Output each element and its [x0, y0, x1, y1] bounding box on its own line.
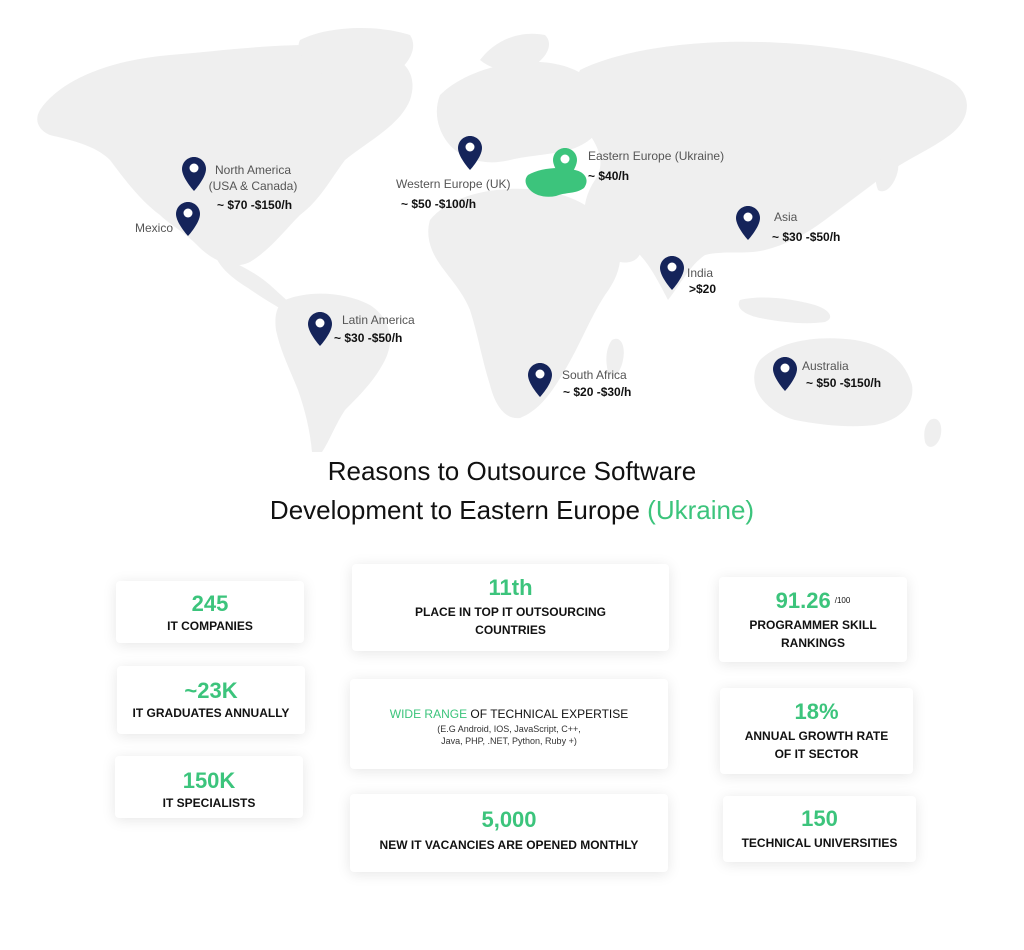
stat-card-it-vacancies: 5,000 NEW IT VACANCIES ARE OPENED MONTHL…	[350, 794, 668, 872]
eastern-europe-price: ~ $40/h	[588, 169, 630, 183]
title-line-2: Development to Eastern Europe (Ukraine)	[0, 491, 1024, 530]
indonesia-landmass	[738, 297, 831, 324]
stat-card-it-graduates: ~23K IT GRADUATES ANNUALLY	[117, 666, 305, 734]
page-title: Reasons to Outsource Software Developmen…	[0, 452, 1024, 530]
stat-label: IT SPECIALISTS	[162, 796, 256, 810]
stat-label-line-2: RANKINGS	[780, 636, 845, 650]
western-europe-price: ~ $50 -$100/h	[401, 197, 477, 211]
australia-pin-icon[interactable]	[773, 357, 797, 391]
stat-value: 11th	[488, 575, 533, 600]
stat-card-outsourcing-rank: 11th PLACE IN TOP IT OUTSOURCING COUNTRI…	[352, 564, 669, 651]
stat-label: IT GRADUATES ANNUALLY	[132, 706, 290, 720]
asia-label: Asia	[774, 210, 798, 224]
stat-value: 150K	[182, 768, 236, 793]
mexico-label: Mexico	[135, 221, 174, 235]
asia-pin-icon[interactable]	[736, 206, 760, 240]
latin-america-pin-icon[interactable]	[308, 312, 332, 346]
stat-value-row: 91.26/100	[719, 588, 907, 614]
stat-value-suffix: /100	[834, 596, 851, 605]
stat-card-technical-universities: 150 TECHNICAL UNIVERSITIES	[723, 796, 916, 862]
title-line-1: Reasons to Outsource Software	[327, 456, 697, 486]
title-accent: (Ukraine)	[647, 495, 755, 525]
stat-value: 91.26	[775, 588, 831, 613]
north-america-label: North America (USA & Canada)	[205, 162, 301, 194]
india-label: India	[687, 266, 714, 280]
north-america-subname: (USA & Canada)	[208, 179, 298, 193]
stat-value: 5,000	[481, 807, 537, 832]
north-america-price: ~ $70 -$150/h	[217, 198, 293, 212]
latin-america-label: Latin America	[342, 313, 415, 327]
stat-label-line-1: ANNUAL GROWTH RATE	[744, 729, 889, 743]
expertise-detail-line-1: (E.G Android, IOS, JavaScript, C++,	[437, 724, 581, 734]
stat-label: TECHNICAL UNIVERSITIES	[741, 836, 898, 850]
western-europe-label: Western Europe (UK)	[396, 177, 511, 191]
stat-card-technical-expertise: WIDE RANGE OF TECHNICAL EXPERTISE (E.G A…	[350, 679, 668, 769]
mexico-pin-icon[interactable]	[176, 202, 200, 236]
expertise-heading: WIDE RANGE OF TECHNICAL EXPERTISE	[350, 705, 668, 723]
stat-value: ~23K	[184, 678, 238, 703]
western-europe-pin-icon[interactable]	[458, 136, 482, 170]
stat-label-line-2: OF IT SECTOR	[774, 747, 859, 761]
india-pin-icon[interactable]	[660, 256, 684, 290]
stat-value: 245	[191, 591, 229, 616]
stat-label-line-2: COUNTRIES	[475, 623, 546, 637]
new-zealand-landmass	[924, 418, 942, 447]
india-price: >$20	[689, 282, 717, 296]
stat-label: IT COMPANIES	[167, 619, 253, 633]
expertise-label: OF TECHNICAL EXPERTISE	[467, 707, 629, 721]
south-africa-price: ~ $20 -$30/h	[563, 385, 632, 399]
south-africa-label: South Africa	[562, 368, 627, 382]
north-america-pin-icon[interactable]	[182, 157, 206, 191]
stat-card-growth-rate: 18% ANNUAL GROWTH RATE OF IT SECTOR	[720, 688, 913, 774]
north-america-name: North America	[214, 163, 292, 177]
stat-value: 18%	[794, 699, 839, 724]
eastern-europe-label: Eastern Europe (Ukraine)	[588, 149, 725, 163]
stat-card-programmer-skill: 91.26/100 PROGRAMMER SKILL RANKINGS	[719, 577, 907, 662]
stat-label: NEW IT VACANCIES ARE OPENED MONTHLY	[379, 838, 639, 852]
title-line-2-text: Development to Eastern Europe	[269, 495, 640, 525]
expertise-accent: WIDE RANGE	[389, 707, 468, 721]
stat-value: 150	[801, 806, 838, 831]
stat-label-line-1: PROGRAMMER SKILL	[749, 618, 877, 632]
eastern-europe-pin-icon[interactable]	[553, 148, 577, 182]
australia-price: ~ $50 -$150/h	[806, 376, 882, 390]
latin-america-price: ~ $30 -$50/h	[334, 331, 403, 345]
asia-price: ~ $30 -$50/h	[772, 230, 841, 244]
stat-card-it-specialists: 150K IT SPECIALISTS	[115, 756, 303, 818]
asia-landmass	[575, 41, 967, 300]
south-africa-pin-icon[interactable]	[528, 363, 552, 397]
stat-label-line-1: PLACE IN TOP IT OUTSOURCING	[415, 605, 606, 619]
stat-card-it-companies: 245 IT COMPANIES	[116, 581, 304, 643]
expertise-detail-line-2: Java, PHP, .NET, Python, Ruby +)	[441, 736, 577, 746]
australia-label: Australia	[802, 359, 849, 373]
